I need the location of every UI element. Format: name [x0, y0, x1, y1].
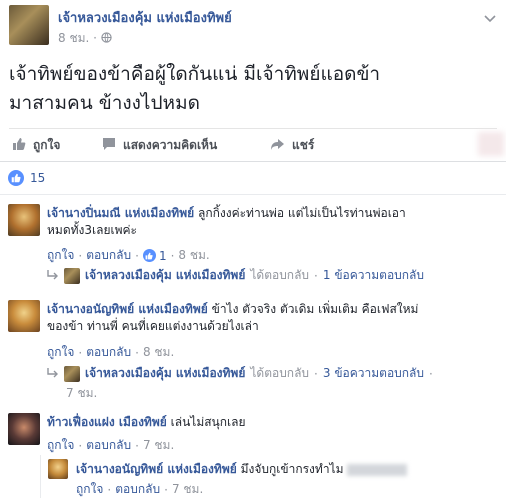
nested-reply-meta: ถูกใจ · ตอบกลับ · 7 ชม. — [76, 480, 203, 498]
comment-like-link[interactable]: ถูกใจ — [47, 343, 74, 362]
reply-arrow-icon — [47, 269, 59, 283]
reply-time[interactable]: 7 ชม. — [66, 384, 97, 403]
share-button[interactable]: แชร์ — [270, 136, 314, 155]
dot-separator: · — [135, 345, 139, 360]
dot-separator: · — [135, 438, 139, 453]
comment-meta: ถูกใจ · ตอบกลับ · 8 ชม. — [47, 343, 174, 362]
reply-count[interactable]: 3 ข้อความตอบกลับ — [323, 364, 424, 383]
reply-author-avatar — [64, 267, 80, 284]
comment-text-cont: ของข้า ท่านพี่ คนที่เคยแต่งงานด้วยไงเล่า — [47, 319, 259, 333]
like-button[interactable]: ถูกใจ — [12, 136, 60, 155]
comment-text-cont: หมดทั้ง3เลยเพค่ะ — [47, 223, 137, 237]
like-reaction-icon — [8, 170, 24, 186]
share-label: แชร์ — [292, 138, 315, 152]
commenter-name[interactable]: เจ้านางอนัญทิพย์ แห่งเมืองทิพย์ — [47, 302, 208, 316]
comment-button[interactable]: แสดงความคิดเห็น — [102, 136, 217, 155]
reply-summary[interactable]: เจ้าหลวงเมืองคุ้ม แห่งเมืองทิพย์ ได้ตอบก… — [47, 266, 424, 285]
share-icon — [270, 138, 285, 154]
reply-text: มึงจับกูเข้ากรงทำไม — [240, 462, 344, 476]
post-text-line-2: มาสามคน ข้างงไปหมด — [9, 92, 200, 114]
dot-separator: · — [93, 31, 101, 45]
reply-count[interactable]: 1 ข้อความตอบกลับ — [323, 266, 424, 285]
thumbs-up-icon — [12, 137, 26, 154]
dot-separator: · — [78, 345, 83, 360]
comment-time[interactable]: 7 ชม. — [143, 436, 174, 455]
post-author-avatar[interactable] — [9, 5, 49, 45]
post-timestamp[interactable]: 8 ชม. · — [58, 29, 112, 48]
post-author-name[interactable]: เจ้าหลวงเมืองคุ้ม แห่งเมืองทิพย์ — [58, 7, 232, 28]
comment-label: แสดงความคิดเห็น — [123, 138, 218, 152]
nested-reply-body: เจ้านางอนัญทิพย์ แห่งเมืองทิพย์ มึงจับกู… — [76, 460, 408, 479]
comment-text: เล่นไม่สนุกเลย — [170, 415, 246, 429]
reply-author-avatar[interactable] — [48, 459, 68, 479]
comment-reply-link[interactable]: ตอบกลับ — [86, 436, 131, 455]
reply-action-text: ได้ตอบกลับ — [250, 366, 310, 380]
commenter-name[interactable]: เจ้านางปิ่นมณี แห่งเมืองทิพย์ — [47, 206, 194, 220]
comment-text: ข้าไง ตัวจริง ตัวเดิม เพิ่มเติม คือเฟสให… — [211, 302, 419, 316]
comment-body: เจ้านางปิ่นมณี แห่งเมืองทิพย์ ลูกกิ้งงค่… — [47, 205, 503, 239]
comment-like-count[interactable]: 1 — [142, 248, 167, 263]
reply-author-name[interactable]: เจ้าหลวงเมืองคุ้ม แห่งเมืองทิพย์ — [85, 266, 245, 285]
commenter-avatar[interactable] — [8, 300, 40, 332]
reply-author-avatar — [64, 365, 80, 382]
like-reaction-icon — [142, 249, 156, 262]
reply-like-link[interactable]: ถูกใจ — [76, 480, 103, 498]
reaction-count[interactable]: 15 — [30, 171, 45, 185]
reactions-bar[interactable]: 15 — [8, 170, 45, 186]
globe-icon — [101, 31, 112, 45]
dot-separator: · — [429, 366, 433, 381]
comment-time[interactable]: 8 ชม. — [178, 246, 209, 265]
like-label: ถูกใจ — [33, 138, 61, 152]
commenter-name[interactable]: ท้าวเฟื่องแฝง เมืองทิพย์ — [47, 415, 167, 429]
comment-like-link[interactable]: ถูกใจ — [47, 436, 74, 455]
comment-time[interactable]: 8 ชม. — [143, 343, 174, 362]
chevron-down-icon[interactable] — [484, 8, 496, 27]
commenter-avatar[interactable] — [8, 413, 40, 445]
comment-like-link[interactable]: ถูกใจ — [47, 246, 74, 265]
comment-body: ท้าวเฟื่องแฝง เมืองทิพย์ เล่นไม่สนุกเลย — [47, 414, 503, 431]
reply-action-text: ได้ตอบกลับ — [250, 268, 310, 282]
blurred-text — [347, 463, 408, 476]
reply-reply-link[interactable]: ตอบกลับ — [115, 480, 160, 498]
reply-author-name[interactable]: เจ้านางอนัญทิพย์ แห่งเมืองทิพย์ — [76, 462, 237, 476]
commenter-avatar[interactable] — [8, 204, 40, 236]
reply-thread-line — [40, 455, 41, 498]
reply-time[interactable]: 7 ชม. — [172, 480, 203, 498]
reply-arrow-icon — [47, 367, 59, 381]
dot-separator: · — [78, 438, 83, 453]
comment-body: เจ้านางอนัญทิพย์ แห่งเมืองทิพย์ ข้าไง ตั… — [47, 301, 503, 335]
post-time[interactable]: 8 ชม. — [58, 31, 89, 45]
comment-meta: ถูกใจ · ตอบกลับ · 1 · 8 ชม. — [47, 246, 210, 265]
dot-separator: · — [78, 248, 83, 263]
comment-icon — [102, 137, 116, 154]
reply-author-name[interactable]: เจ้าหลวงเมืองคุ้ม แห่งเมืองทิพย์ — [85, 364, 245, 383]
dot-separator: · — [107, 482, 112, 497]
dot-separator: · — [135, 248, 139, 263]
dot-separator: · — [164, 482, 168, 497]
viewer-avatar-placeholder — [478, 132, 504, 156]
comment-text: ลูกกิ้งงค่ะท่านพ่อ แต่ไม่เป็นไรท่านพ่อเอ… — [197, 206, 406, 220]
dot-separator: · — [314, 268, 318, 283]
like-count-value: 1 — [158, 248, 167, 263]
dot-separator: · — [170, 248, 175, 263]
comment-meta: ถูกใจ · ตอบกลับ · 7 ชม. — [47, 436, 174, 455]
post-text-line-1: เจ้าทิพย์ของข้าคือผู้ใดกันแน่ มีเจ้าทิพย… — [9, 63, 381, 85]
comment-reply-link[interactable]: ตอบกลับ — [86, 343, 131, 362]
divider — [0, 194, 506, 195]
reply-summary[interactable]: เจ้าหลวงเมืองคุ้ม แห่งเมืองทิพย์ ได้ตอบก… — [47, 364, 433, 383]
divider — [0, 161, 506, 162]
divider — [9, 128, 497, 129]
dot-separator: · — [314, 366, 318, 381]
comment-reply-link[interactable]: ตอบกลับ — [86, 246, 131, 265]
